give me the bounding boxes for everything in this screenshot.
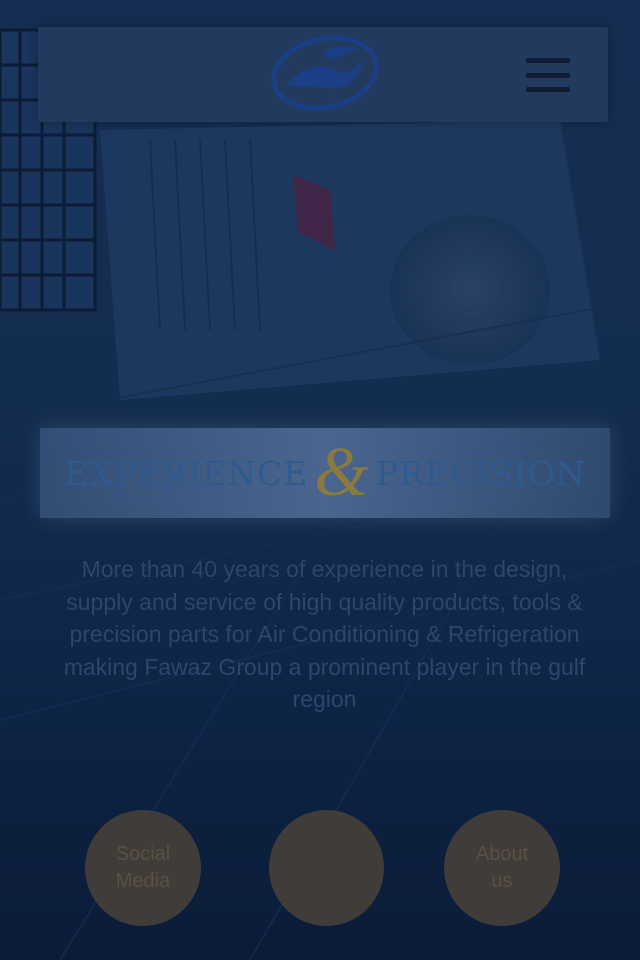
menu-bar bbox=[526, 72, 570, 78]
hamburger-menu-icon[interactable] bbox=[526, 58, 574, 92]
intro-paragraph: More than 40 years of experience in the … bbox=[63, 556, 586, 712]
social-media-label: Social Media bbox=[115, 843, 171, 892]
about-us-label: About us bbox=[475, 843, 529, 892]
menu-bar bbox=[526, 58, 570, 63]
social-media-button[interactable]: Social Media bbox=[85, 810, 201, 926]
menu-bar bbox=[526, 87, 570, 92]
tagline-experience: EXPERIENCE bbox=[64, 453, 309, 493]
tagline-ampersand: & bbox=[314, 434, 370, 511]
middle-circle-button[interactable] bbox=[269, 810, 384, 926]
tagline: EXPERIENCE & PRECISION bbox=[40, 428, 610, 518]
fawaz-group-logo-icon[interactable] bbox=[268, 30, 382, 116]
tagline-precision: PRECISION bbox=[375, 453, 586, 493]
about-us-button[interactable]: About us bbox=[444, 810, 560, 926]
tagline-banner: EXPERIENCE & PRECISION bbox=[40, 428, 610, 518]
page: EXPERIENCE & PRECISION More than 40 year… bbox=[0, 0, 640, 960]
